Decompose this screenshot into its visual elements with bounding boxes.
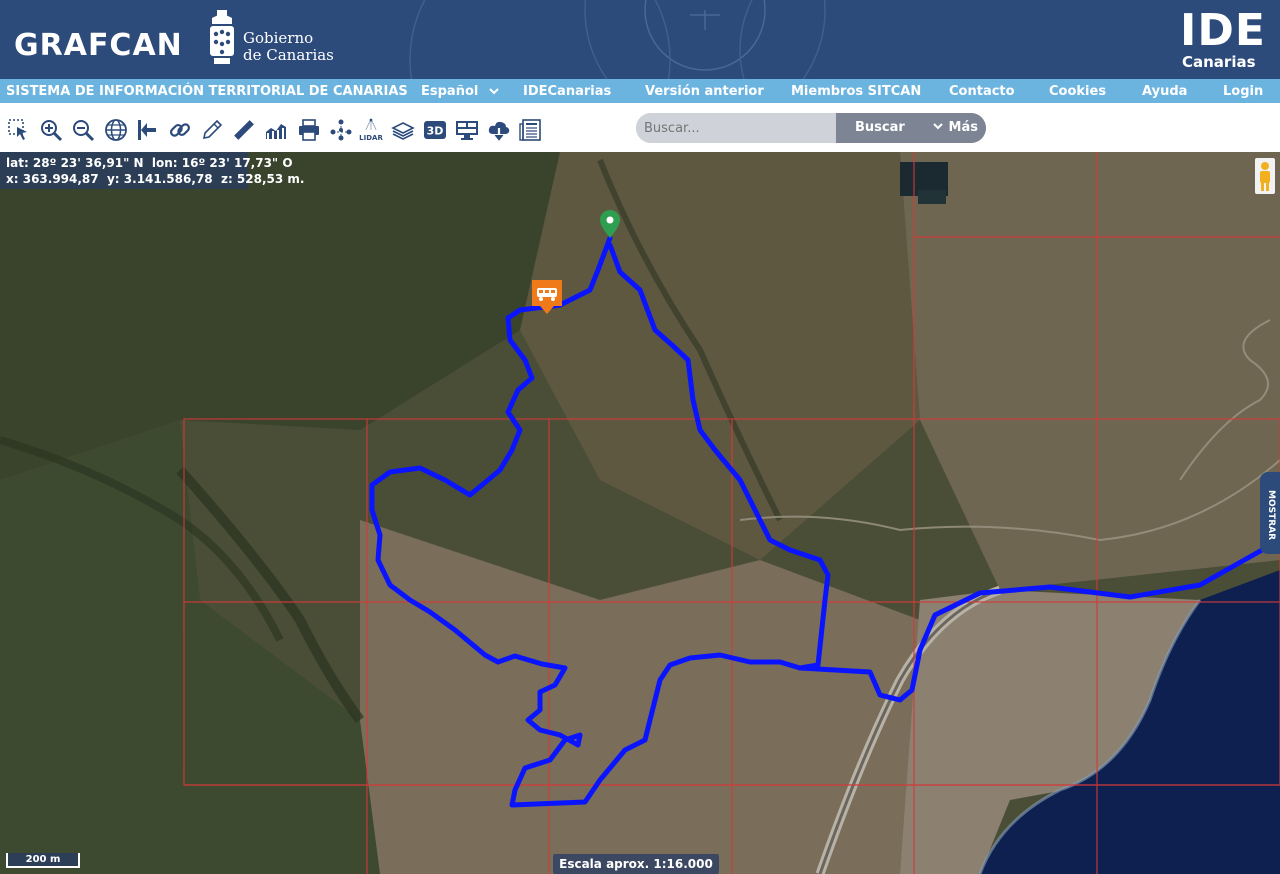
network-icon[interactable] [328,117,354,143]
select-icon[interactable] [6,117,32,143]
search-bar: Buscar Más [636,113,986,143]
language-select[interactable]: Español [421,84,478,99]
show-panel-label: MOSTRAR [1266,490,1276,541]
nav-item-contacto[interactable]: Contacto [949,84,1015,99]
print-icon[interactable] [296,117,322,143]
link-icon[interactable] [167,117,193,143]
zoom-in-icon[interactable] [38,117,64,143]
coords-xyz: x: 363.994,87 y: 3.141.586,78 z: 528,53 … [6,172,305,186]
grafcan-logo[interactable]: GRAFCAN [14,28,183,63]
nav-item-login[interactable]: Login [1223,84,1263,99]
street-view-pegman-icon[interactable] [1255,158,1275,194]
pencil-icon[interactable] [199,117,225,143]
exit-icon[interactable] [135,117,161,143]
toolbar: LIDAR 3D Buscar Más [0,103,1280,152]
lidar-button[interactable]: LIDAR [358,117,384,143]
ruler-icon[interactable] [231,117,257,143]
lidar-icon [365,118,377,131]
gobierno-line2: de Canarias [243,46,334,64]
coat-of-arms-icon [210,10,234,64]
monitor-icon[interactable] [454,117,480,143]
nav-item-miembros-sitcan[interactable]: Miembros SITCAN [791,84,921,99]
ide-small-text: Canarias [1182,53,1256,71]
ide-canarias-logo[interactable]: IDE Canarias [1180,5,1266,71]
scale-bar: 200 m [6,853,80,868]
nav-item-cookies[interactable]: Cookies [1049,84,1106,99]
nav-item-version-anterior[interactable]: Versión anterior [645,84,764,99]
satellite-map[interactable] [0,152,1280,874]
zoom-out-icon[interactable] [70,117,96,143]
nav-item-ayuda[interactable]: Ayuda [1142,84,1187,99]
ide-big-text: IDE [1180,5,1266,56]
more-button-label: Más [948,120,978,135]
search-button-label: Buscar [855,120,905,135]
globe-icon[interactable] [103,117,129,143]
chevron-down-icon[interactable] [488,84,500,98]
header: GRAFCAN Gobierno de Canarias IDE Canaria… [0,0,1280,79]
gobierno-de-canarias-logo[interactable]: Gobierno de Canarias [243,30,334,64]
more-button[interactable]: Más [932,120,978,135]
reservoir [918,190,946,204]
3d-label: 3D [427,125,444,138]
approximate-scale: Escala aprox. 1:16.000 [553,854,719,874]
news-icon[interactable] [518,117,544,143]
site-title[interactable]: SISTEMA DE INFORMACIÓN TERRITORIAL DE CA… [6,84,408,99]
nav-bar: SISTEMA DE INFORMACIÓN TERRITORIAL DE CA… [0,79,1280,103]
3d-icon: 3D [424,121,446,139]
coords-latlon: lat: 28º 23' 36,91" N lon: 16º 23' 17,73… [6,156,293,170]
lidar-label: LIDAR [359,134,383,142]
layers-icon[interactable] [390,117,416,143]
profile-chart-icon[interactable] [263,117,289,143]
3d-button[interactable]: 3D [422,117,448,143]
nav-item-idecanarias[interactable]: IDECanarias [523,84,611,99]
chevron-down-icon [933,123,943,130]
map-viewport[interactable] [0,152,1280,874]
download-cloud-icon[interactable] [486,117,512,143]
gobierno-line1: Gobierno [243,29,314,47]
decorative-circles [409,0,826,79]
coordinates-readout: lat: 28º 23' 36,91" N lon: 16º 23' 17,73… [0,152,305,189]
search-input[interactable] [636,113,836,143]
show-panel-tab[interactable]: MOSTRAR [1260,472,1280,554]
